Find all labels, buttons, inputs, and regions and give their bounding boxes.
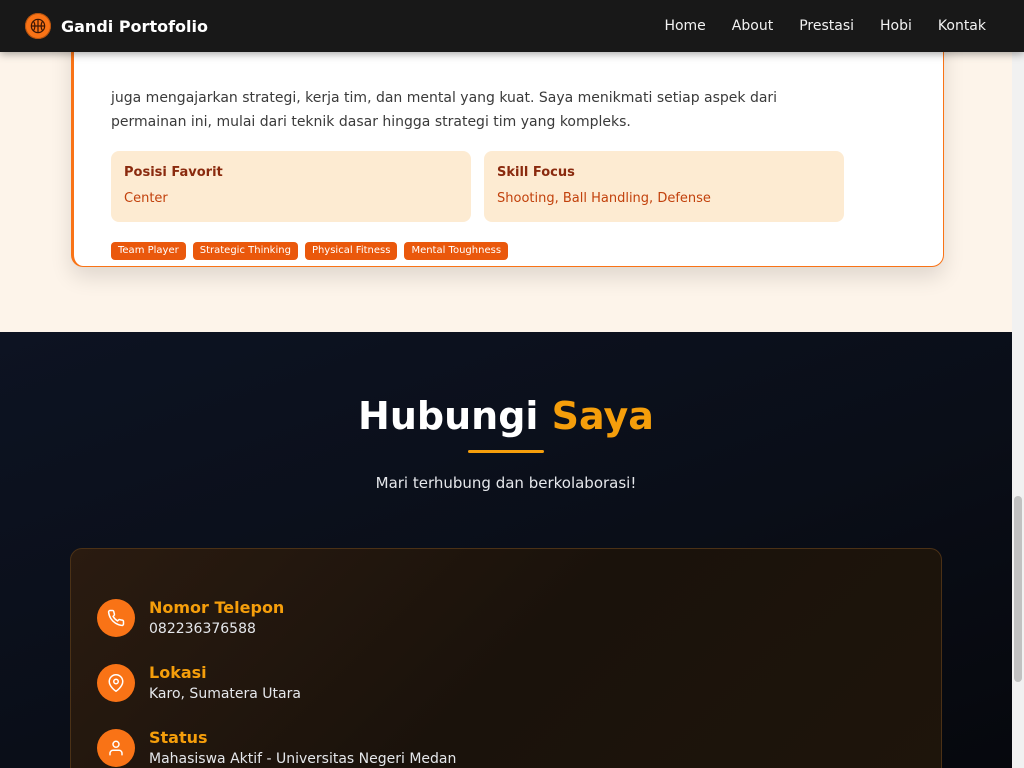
tag-strategic-thinking: Strategic Thinking <box>192 242 298 260</box>
location-label: Lokasi <box>149 663 207 682</box>
tag-physical-fitness: Physical Fitness <box>304 242 398 260</box>
nav-links: Home About Prestasi Hobi Kontak <box>638 0 986 52</box>
phone-label: Nomor Telepon <box>149 598 285 617</box>
contact-card: Nomor Telepon 082236376588 Lokasi Karo, … <box>70 548 942 768</box>
hobby-tags: Team Player Strategic Thinking Physical … <box>111 242 515 260</box>
skill-focus-box: Skill Focus Shooting, Ball Handling, Def… <box>484 151 844 222</box>
scrollbar-thumb[interactable] <box>1014 496 1022 682</box>
favorite-position-title: Posisi Favorit <box>124 165 223 180</box>
status-value: Mahasiswa Aktif - Universitas Negeri Med… <box>149 751 457 767</box>
status-label: Status <box>149 728 208 747</box>
nav-link-hobi[interactable]: Hobi <box>880 18 912 34</box>
navbar: Gandi Portofolio Home About Prestasi Hob… <box>0 0 1024 52</box>
phone-value[interactable]: 082236376588 <box>149 621 256 637</box>
nav-link-prestasi[interactable]: Prestasi <box>799 18 854 34</box>
contact-subtitle: Mari terhubung dan berkolaborasi! <box>375 474 637 492</box>
location-value: Karo, Sumatera Utara <box>149 686 301 702</box>
brand-name: Gandi Portofolio <box>61 16 208 36</box>
tag-mental-toughness: Mental Toughness <box>404 242 509 260</box>
nav-link-about[interactable]: About <box>732 18 773 34</box>
contact-title-main: Hubungi <box>358 394 539 438</box>
user-icon <box>97 729 135 767</box>
brand[interactable]: Gandi Portofolio <box>25 12 208 40</box>
contact-item-status: Status Mahasiswa Aktif - Universitas Neg… <box>97 728 797 768</box>
title-underline <box>468 450 544 453</box>
contact-title: Hubungi Saya <box>0 394 1012 438</box>
favorite-position-value: Center <box>124 191 168 206</box>
nav-link-home[interactable]: Home <box>664 18 705 34</box>
contact-title-accent: Saya <box>551 394 654 438</box>
contact-item-phone: Nomor Telepon 082236376588 <box>97 598 797 643</box>
favorite-position-box: Posisi Favorit Center <box>111 151 471 222</box>
skill-focus-value: Shooting, Ball Handling, Defense <box>497 191 711 206</box>
basketball-icon <box>25 13 51 39</box>
tag-team-player: Team Player <box>111 242 186 260</box>
hobby-description: juga mengajarkan strategi, kerja tim, da… <box>111 90 778 130</box>
skill-focus-title: Skill Focus <box>497 165 575 180</box>
contact-item-location: Lokasi Karo, Sumatera Utara <box>97 663 797 708</box>
contact-section: Hubungi Saya Mari terhubung dan berkolab… <box>0 332 1012 768</box>
map-pin-icon <box>97 664 135 702</box>
page-scrollbar[interactable] <box>1012 0 1024 768</box>
nav-link-kontak[interactable]: Kontak <box>938 18 986 34</box>
phone-icon <box>97 599 135 637</box>
